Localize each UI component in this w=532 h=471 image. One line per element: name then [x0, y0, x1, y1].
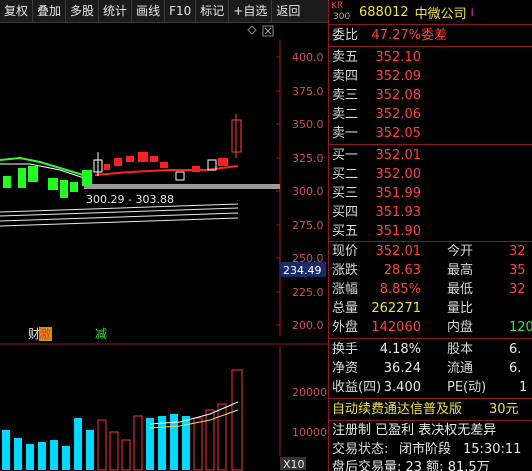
stat-row-change: 涨跌 28.63 最高 35	[332, 263, 526, 278]
price-tick: 375.0	[292, 85, 324, 98]
trade-status: 交易状态: 闭市阶段 15:30:11	[332, 442, 522, 457]
svg-text:X10: X10	[283, 458, 305, 471]
channel-line	[0, 212, 239, 222]
statistics-button[interactable]: 统计	[99, 0, 133, 22]
stock-header: KR 300 688012 中微公司 i	[329, 0, 532, 25]
price-tick: 200.0	[292, 319, 324, 332]
price-axis: 400.0 375.0 350.0 325.0 300.0 275.0 250.…	[276, 51, 324, 332]
stock-name: 中微公司	[414, 6, 467, 22]
stock-code: 688012	[359, 4, 409, 20]
stat-row-pct: 涨幅 8.85% 最低 32	[332, 282, 526, 297]
svg-text:234.49: 234.49	[283, 264, 322, 277]
stat-row-outer: 外盘 142060 内盘 120	[332, 320, 532, 335]
info-icon[interactable]: i	[471, 6, 474, 19]
fuquan-button[interactable]: 复权	[0, 0, 34, 22]
diamond-icon[interactable]	[247, 25, 257, 35]
after-hours: 盘后交易量: 23 额: 81.5万	[332, 460, 490, 471]
channel-line	[0, 217, 239, 227]
volume-tick: 10000	[292, 426, 327, 439]
buy-3-row: 买三 351.99	[332, 186, 421, 201]
price-tick: 225.0	[292, 286, 324, 299]
stat-row-price: 现价 352.01 今开 32	[332, 244, 526, 259]
close-icon[interactable]	[262, 25, 274, 37]
stat-row-volume: 总量 262271 量比	[332, 301, 474, 316]
draw-line-button[interactable]: 画线	[132, 0, 166, 22]
overlay-button[interactable]: 叠加	[33, 0, 67, 22]
price-tick: 400.0	[292, 51, 324, 64]
volume-unit-tag: X10	[280, 457, 306, 471]
toolbar: 复权 叠加 多股 统计 画线 F10 标记 +自选 返回	[0, 0, 328, 23]
channel-line	[0, 207, 239, 217]
sell-5-row: 卖五 352.10	[332, 50, 421, 65]
price-tick: 300.0	[292, 185, 324, 198]
fin-row-netasset: 净资 36.24 流通 6.	[332, 361, 522, 376]
sell-4-row: 卖四 352.09	[332, 69, 421, 84]
market-badge: KR 300	[331, 1, 351, 22]
price-tick: 325.0	[292, 152, 324, 165]
weibi-row: 委比 47.27% 委差	[332, 28, 448, 43]
buy-4-row: 买四 351.93	[332, 205, 421, 220]
sell-2-row: 卖二 352.06	[332, 107, 421, 122]
kline-chart[interactable]: 400.0 375.0 350.0 325.0 300.0 275.0 250.…	[0, 22, 328, 471]
mark-button[interactable]: 标记	[196, 0, 230, 22]
registration-info: 注册制 已盈利 表决权无差异	[332, 423, 497, 438]
buy-5-row: 买五 351.90	[332, 224, 421, 239]
f10-button[interactable]: F10	[165, 0, 197, 22]
sell-1-row: 卖一 352.05	[332, 126, 421, 141]
sell-3-row: 卖三 352.08	[332, 88, 421, 103]
add-watchlist-button[interactable]: +自选	[229, 0, 273, 22]
current-price-tag: 234.49	[280, 262, 326, 277]
buy-2-row: 买二 352.00	[332, 167, 421, 182]
range-label: 300.29 - 303.88	[86, 193, 174, 206]
volume-tick: 20000	[292, 386, 327, 399]
price-tick: 350.0	[292, 118, 324, 131]
volume-bars	[2, 369, 243, 471]
fin-row-turnover: 换手 4.18% 股本 6.	[332, 342, 522, 357]
quote-panel: KR 300 688012 中微公司 i 委比 47.27% 委差 卖五 352…	[328, 0, 532, 471]
cost-band	[84, 184, 280, 189]
event-marker-ji[interactable]: 激	[39, 327, 51, 341]
multi-stock-button[interactable]: 多股	[66, 0, 100, 22]
event-marker-jian[interactable]: 减	[95, 327, 107, 341]
promo-banner[interactable]: 自动续费通达信普及版 30元	[329, 400, 532, 419]
back-button[interactable]: 返回	[272, 0, 304, 22]
price-tick: 275.0	[292, 219, 324, 232]
buy-1-row: 买一 352.01	[332, 148, 421, 163]
fin-row-eps: 收益(四) 3.400 PE(动) 1	[332, 380, 528, 395]
